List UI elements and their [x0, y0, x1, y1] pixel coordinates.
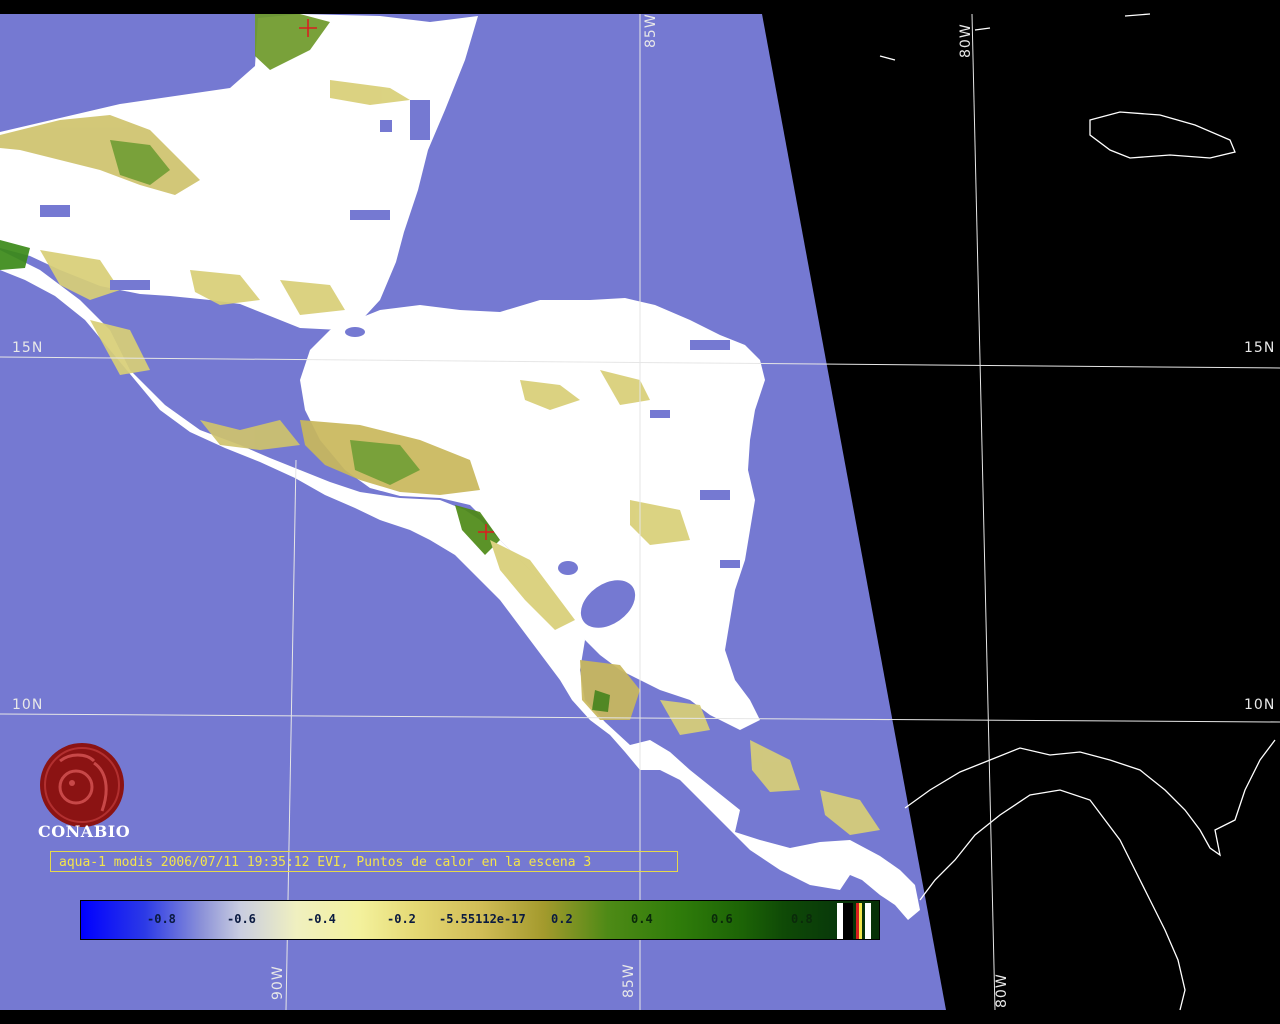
lon-label-80w-top: 80W — [958, 23, 974, 58]
colorbar-tick: -0.6 — [227, 912, 256, 926]
colorbar-tick: 0.8 — [791, 912, 813, 926]
lon-label-85w-top: 85W — [643, 13, 659, 48]
colorbar-tick: 0.4 — [631, 912, 653, 926]
lat-label-15n-right: 15N — [1244, 340, 1276, 356]
colorbar-tick: -0.2 — [387, 912, 416, 926]
lon-label-85w-bottom: 85W — [621, 963, 637, 998]
colorbar-tick: 0.2 — [551, 912, 573, 926]
lake-managua — [558, 561, 578, 575]
colorbar-yellow-swatch — [859, 903, 862, 939]
lat-label-10n-right: 10N — [1244, 697, 1276, 713]
conabio-logo-text: CONABIO — [38, 822, 131, 841]
lon-label-80w-bottom: 80W — [994, 973, 1010, 1008]
lat-label-15n-left: 15N — [12, 340, 44, 356]
colorbar-tick: 0.6 — [711, 912, 733, 926]
colorbar-tick: -0.8 — [147, 912, 176, 926]
lon-label-90w-bottom: 90W — [270, 965, 286, 1000]
scene-caption: aqua-1 modis 2006/07/11 19:35:12 EVI, Pu… — [50, 851, 678, 872]
evi-colorbar: -0.8 -0.6 -0.4 -0.2 -5.55112e-17 0.2 0.4… — [80, 900, 880, 940]
colorbar-tick: -0.4 — [307, 912, 336, 926]
lake-izabal — [345, 327, 365, 337]
coastline-outlines — [879, 13, 1276, 1011]
colorbar-tick: -5.55112e-17 — [439, 912, 526, 926]
lat-label-10n-left: 10N — [12, 697, 44, 713]
colorbar-nodata-swatch — [843, 903, 853, 939]
colorbar-white-swatch — [865, 903, 871, 939]
